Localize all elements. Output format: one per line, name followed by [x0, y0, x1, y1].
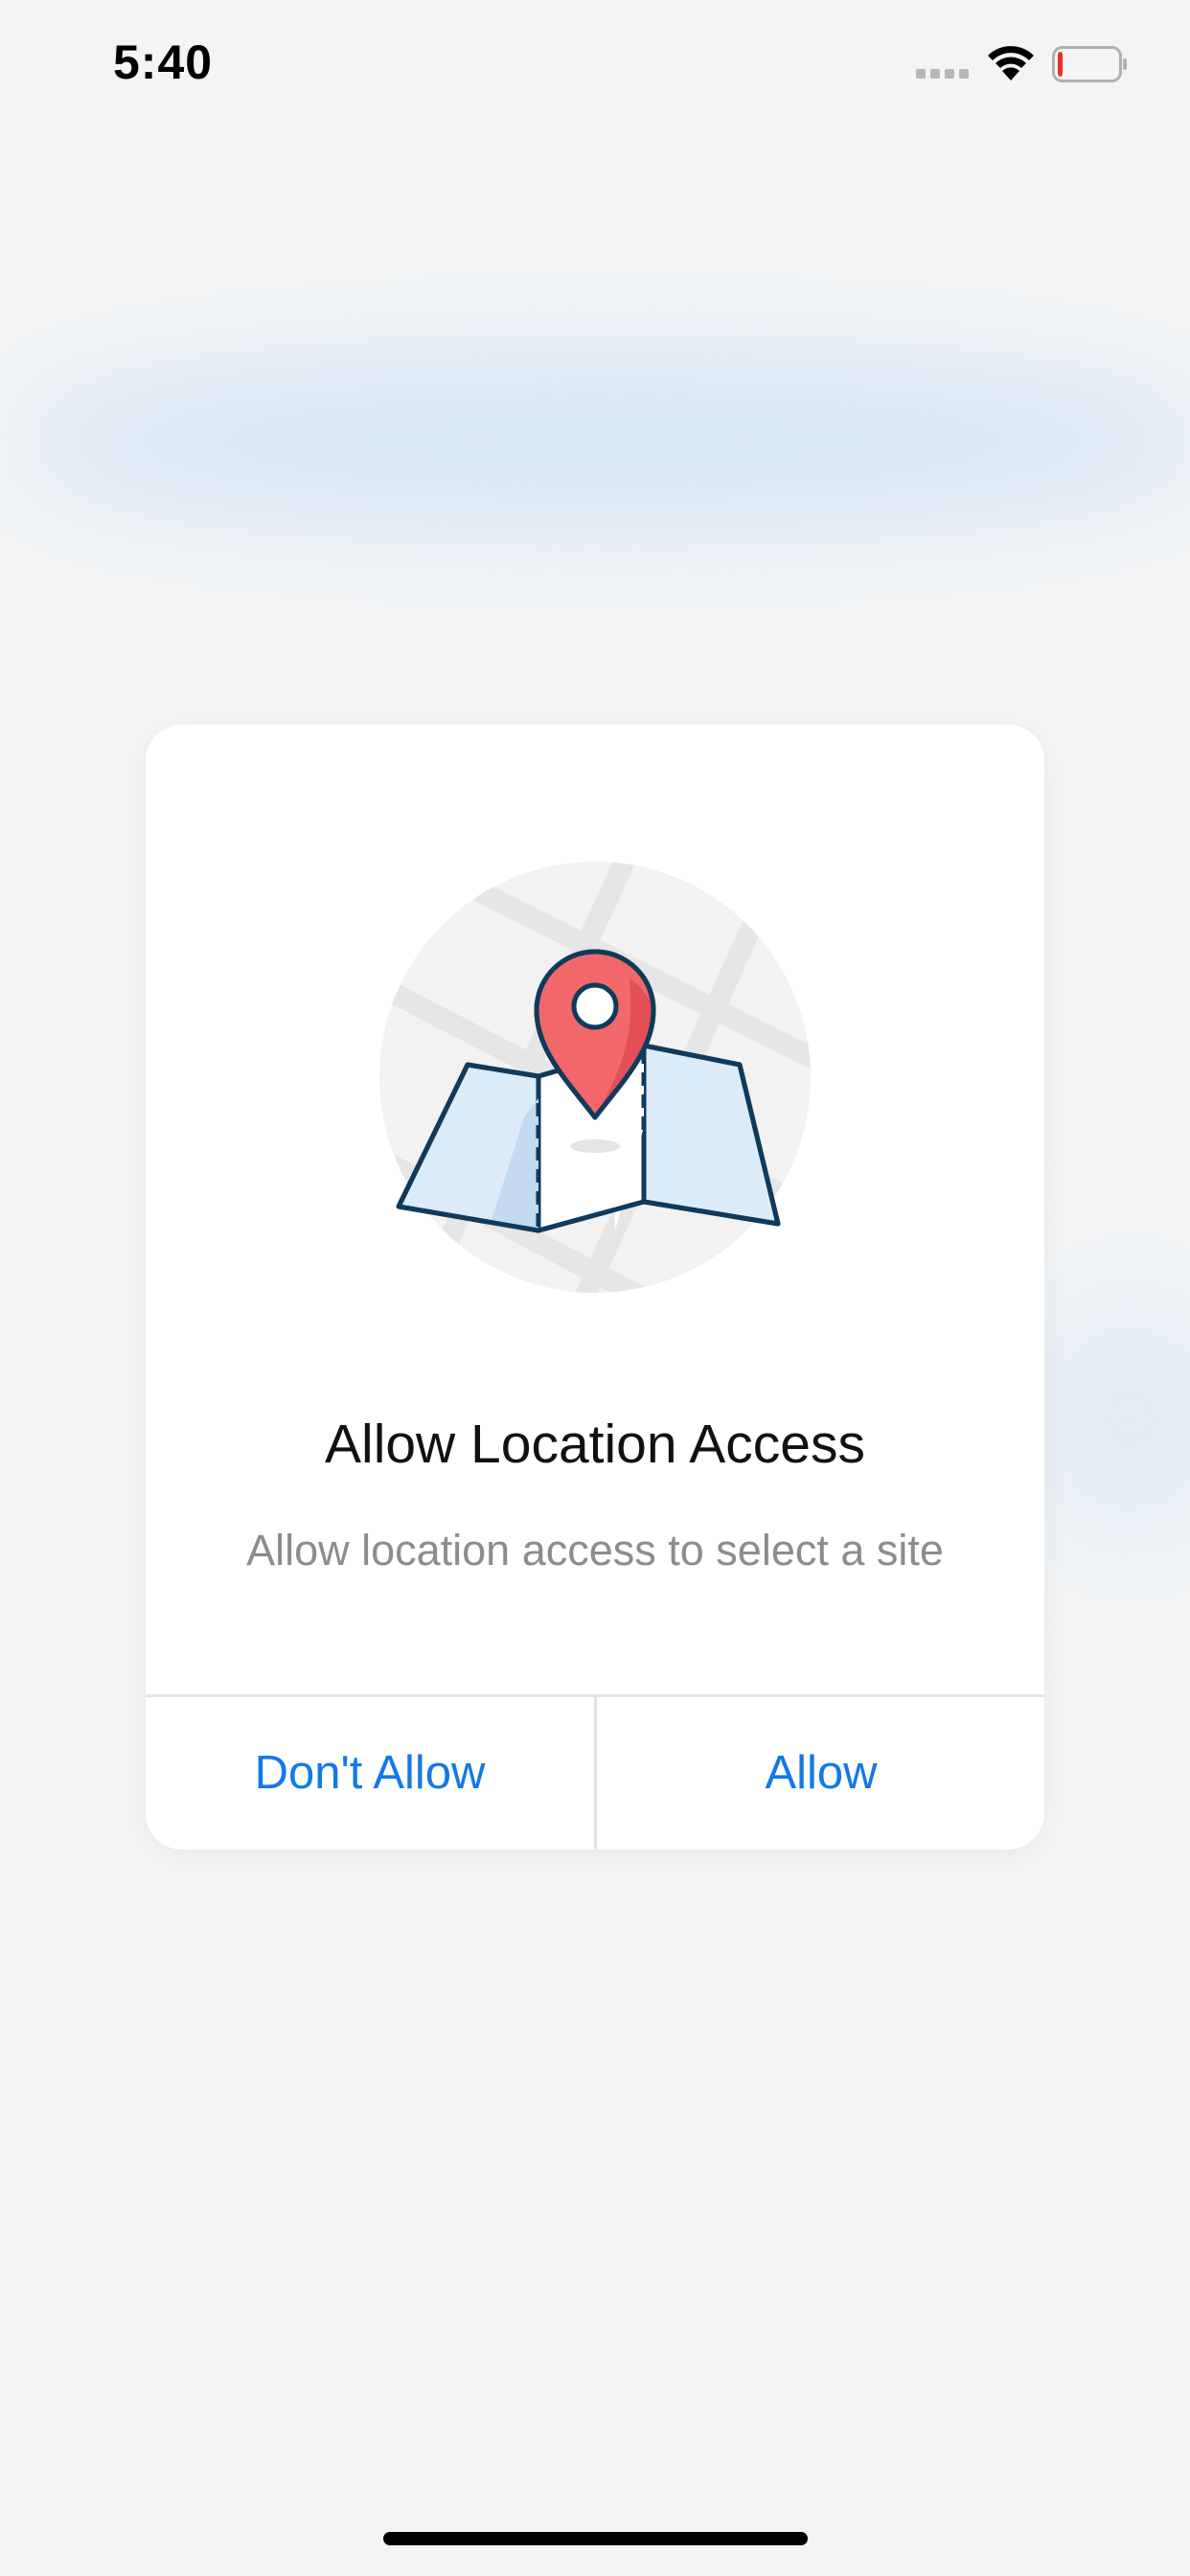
status-time: 5:40 — [113, 35, 214, 89]
battery-level-fill — [1058, 52, 1063, 77]
dialog-title: Allow Location Access — [325, 1414, 865, 1475]
cellular-signal-icon — [916, 69, 969, 79]
dialog-message: Allow location access to select a site — [246, 1526, 944, 1575]
wifi-icon — [988, 46, 1034, 80]
allow-button[interactable]: Allow — [597, 1696, 1044, 1850]
location-permission-dialog: Allow Location Access Allow location acc… — [146, 724, 1044, 1850]
home-indicator[interactable] — [383, 2532, 808, 2545]
battery-icon — [1052, 46, 1127, 82]
status-bar: 5:40 — [0, 0, 1190, 134]
dont-allow-button[interactable]: Don't Allow — [146, 1696, 594, 1850]
map-location-pin-icon — [379, 862, 811, 1293]
